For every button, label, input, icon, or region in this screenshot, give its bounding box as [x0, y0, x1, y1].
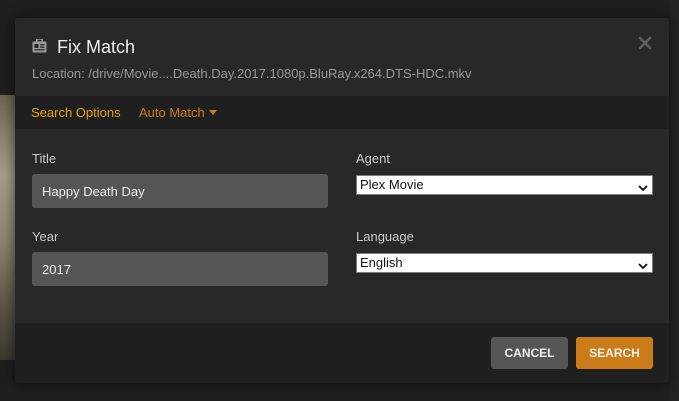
auto-match-dropdown[interactable]: Auto Match [139, 105, 217, 121]
chevron-down-icon [638, 180, 648, 192]
auto-match-label: Auto Match [139, 105, 205, 120]
agent-selected-value: Plex Movie [360, 177, 424, 192]
dialog-title: Fix Match [57, 37, 136, 57]
search-button[interactable]: SEARCH [576, 337, 653, 369]
agent-label: Agent [356, 151, 390, 166]
background-poster-image [0, 95, 16, 360]
dialog-footer: CANCEL SEARCH [15, 323, 669, 383]
fix-match-dialog: Fix Match Location: /drive/Movie....Deat… [15, 18, 669, 383]
match-form: Title Year Agent Plex Movie Language Eng… [15, 129, 669, 323]
agent-select[interactable]: Plex Movie [356, 175, 653, 195]
close-icon[interactable] [638, 36, 652, 50]
chevron-down-icon [638, 258, 648, 270]
search-options-link[interactable]: Search Options [31, 105, 121, 121]
file-location: Location: /drive/Movie....Death.Day.2017… [32, 66, 472, 81]
caret-down-icon [208, 110, 217, 115]
search-options-bar: Search Options Auto Match [15, 96, 669, 129]
year-label: Year [32, 229, 59, 244]
match-card-icon [32, 39, 47, 53]
cancel-button[interactable]: CANCEL [491, 337, 568, 369]
language-selected-value: English [360, 255, 403, 270]
title-input[interactable] [32, 174, 328, 208]
year-input[interactable] [32, 252, 328, 286]
language-select[interactable]: English [356, 253, 653, 273]
title-label: Title [32, 151, 57, 166]
background-edge [669, 0, 679, 401]
language-label: Language [356, 229, 414, 244]
dialog-header: Fix Match Location: /drive/Movie....Deat… [15, 18, 669, 96]
